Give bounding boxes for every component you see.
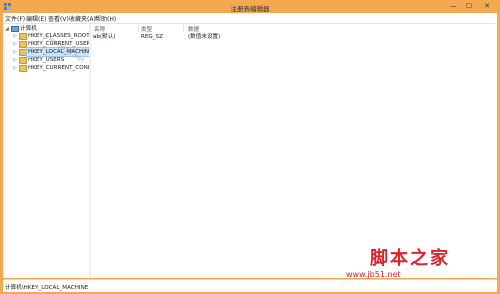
- folder-icon: [19, 33, 27, 40]
- value-data: (数值未设置): [188, 34, 221, 40]
- url-watermark: www.jb51.net: [346, 270, 401, 279]
- menu-help[interactable]: 帮助(H): [95, 14, 116, 23]
- menu-favorites[interactable]: 收藏夹(A): [69, 14, 96, 23]
- tree-item-label: HKEY_CURRENT_CONFIG: [28, 65, 89, 71]
- table-row[interactable]: ab (默认) REG_SZ (数值未设置): [91, 33, 497, 41]
- registry-editor-window: 注册表编辑器 — ☐ ✕ 文件(F) 编辑(E) 查看(V) 收藏夹(A) 帮助…: [0, 0, 500, 294]
- brand-watermark: 脚本之家: [370, 248, 450, 269]
- tree-item-hkey-current-config[interactable]: ▷ HKEY_CURRENT_CONFIG: [13, 64, 89, 72]
- tree-item-label: HKEY_USERS: [28, 57, 65, 63]
- status-bar: 计算机\HKEY_LOCAL_MACHINE: [3, 279, 497, 292]
- folder-icon: [19, 65, 27, 72]
- minimize-button[interactable]: —: [446, 1, 460, 11]
- status-path: 计算机\HKEY_LOCAL_MACHINE: [5, 285, 89, 291]
- menu-view[interactable]: 查看(V): [48, 14, 69, 23]
- ab-string-icon: ab: [93, 34, 100, 40]
- expand-icon[interactable]: ▷: [13, 48, 18, 56]
- collapse-icon[interactable]: ◢: [5, 25, 10, 33]
- close-button[interactable]: ✕: [478, 1, 496, 11]
- expand-icon[interactable]: ▷: [13, 40, 18, 48]
- expand-icon[interactable]: ▷: [13, 56, 18, 64]
- expand-icon[interactable]: ▷: [13, 64, 18, 72]
- menu-edit[interactable]: 编辑(E): [26, 14, 46, 23]
- column-divider[interactable]: [138, 24, 139, 32]
- folder-icon: [19, 49, 27, 56]
- folder-icon: [19, 41, 27, 48]
- window-title: 注册表编辑器: [230, 5, 270, 13]
- value-name: (默认): [100, 34, 116, 40]
- value-type: REG_SZ: [141, 34, 163, 40]
- maximize-button[interactable]: ☐: [462, 1, 476, 11]
- menu-bar: 文件(F) 编辑(E) 查看(V) 收藏夹(A) 帮助(H): [3, 13, 497, 24]
- column-header-data[interactable]: 数据: [188, 25, 199, 33]
- title-bar[interactable]: 注册表编辑器 — ☐ ✕: [0, 0, 500, 13]
- column-divider[interactable]: [183, 24, 184, 32]
- column-header-type[interactable]: 类型: [141, 25, 152, 33]
- folder-icon: [19, 57, 27, 64]
- menu-file[interactable]: 文件(F): [5, 14, 25, 23]
- values-list: 名称 类型 数据 ab (默认) REG_SZ (数值未设置): [91, 24, 497, 278]
- column-header-name[interactable]: 名称: [94, 25, 105, 33]
- expand-icon[interactable]: ▷: [13, 32, 18, 40]
